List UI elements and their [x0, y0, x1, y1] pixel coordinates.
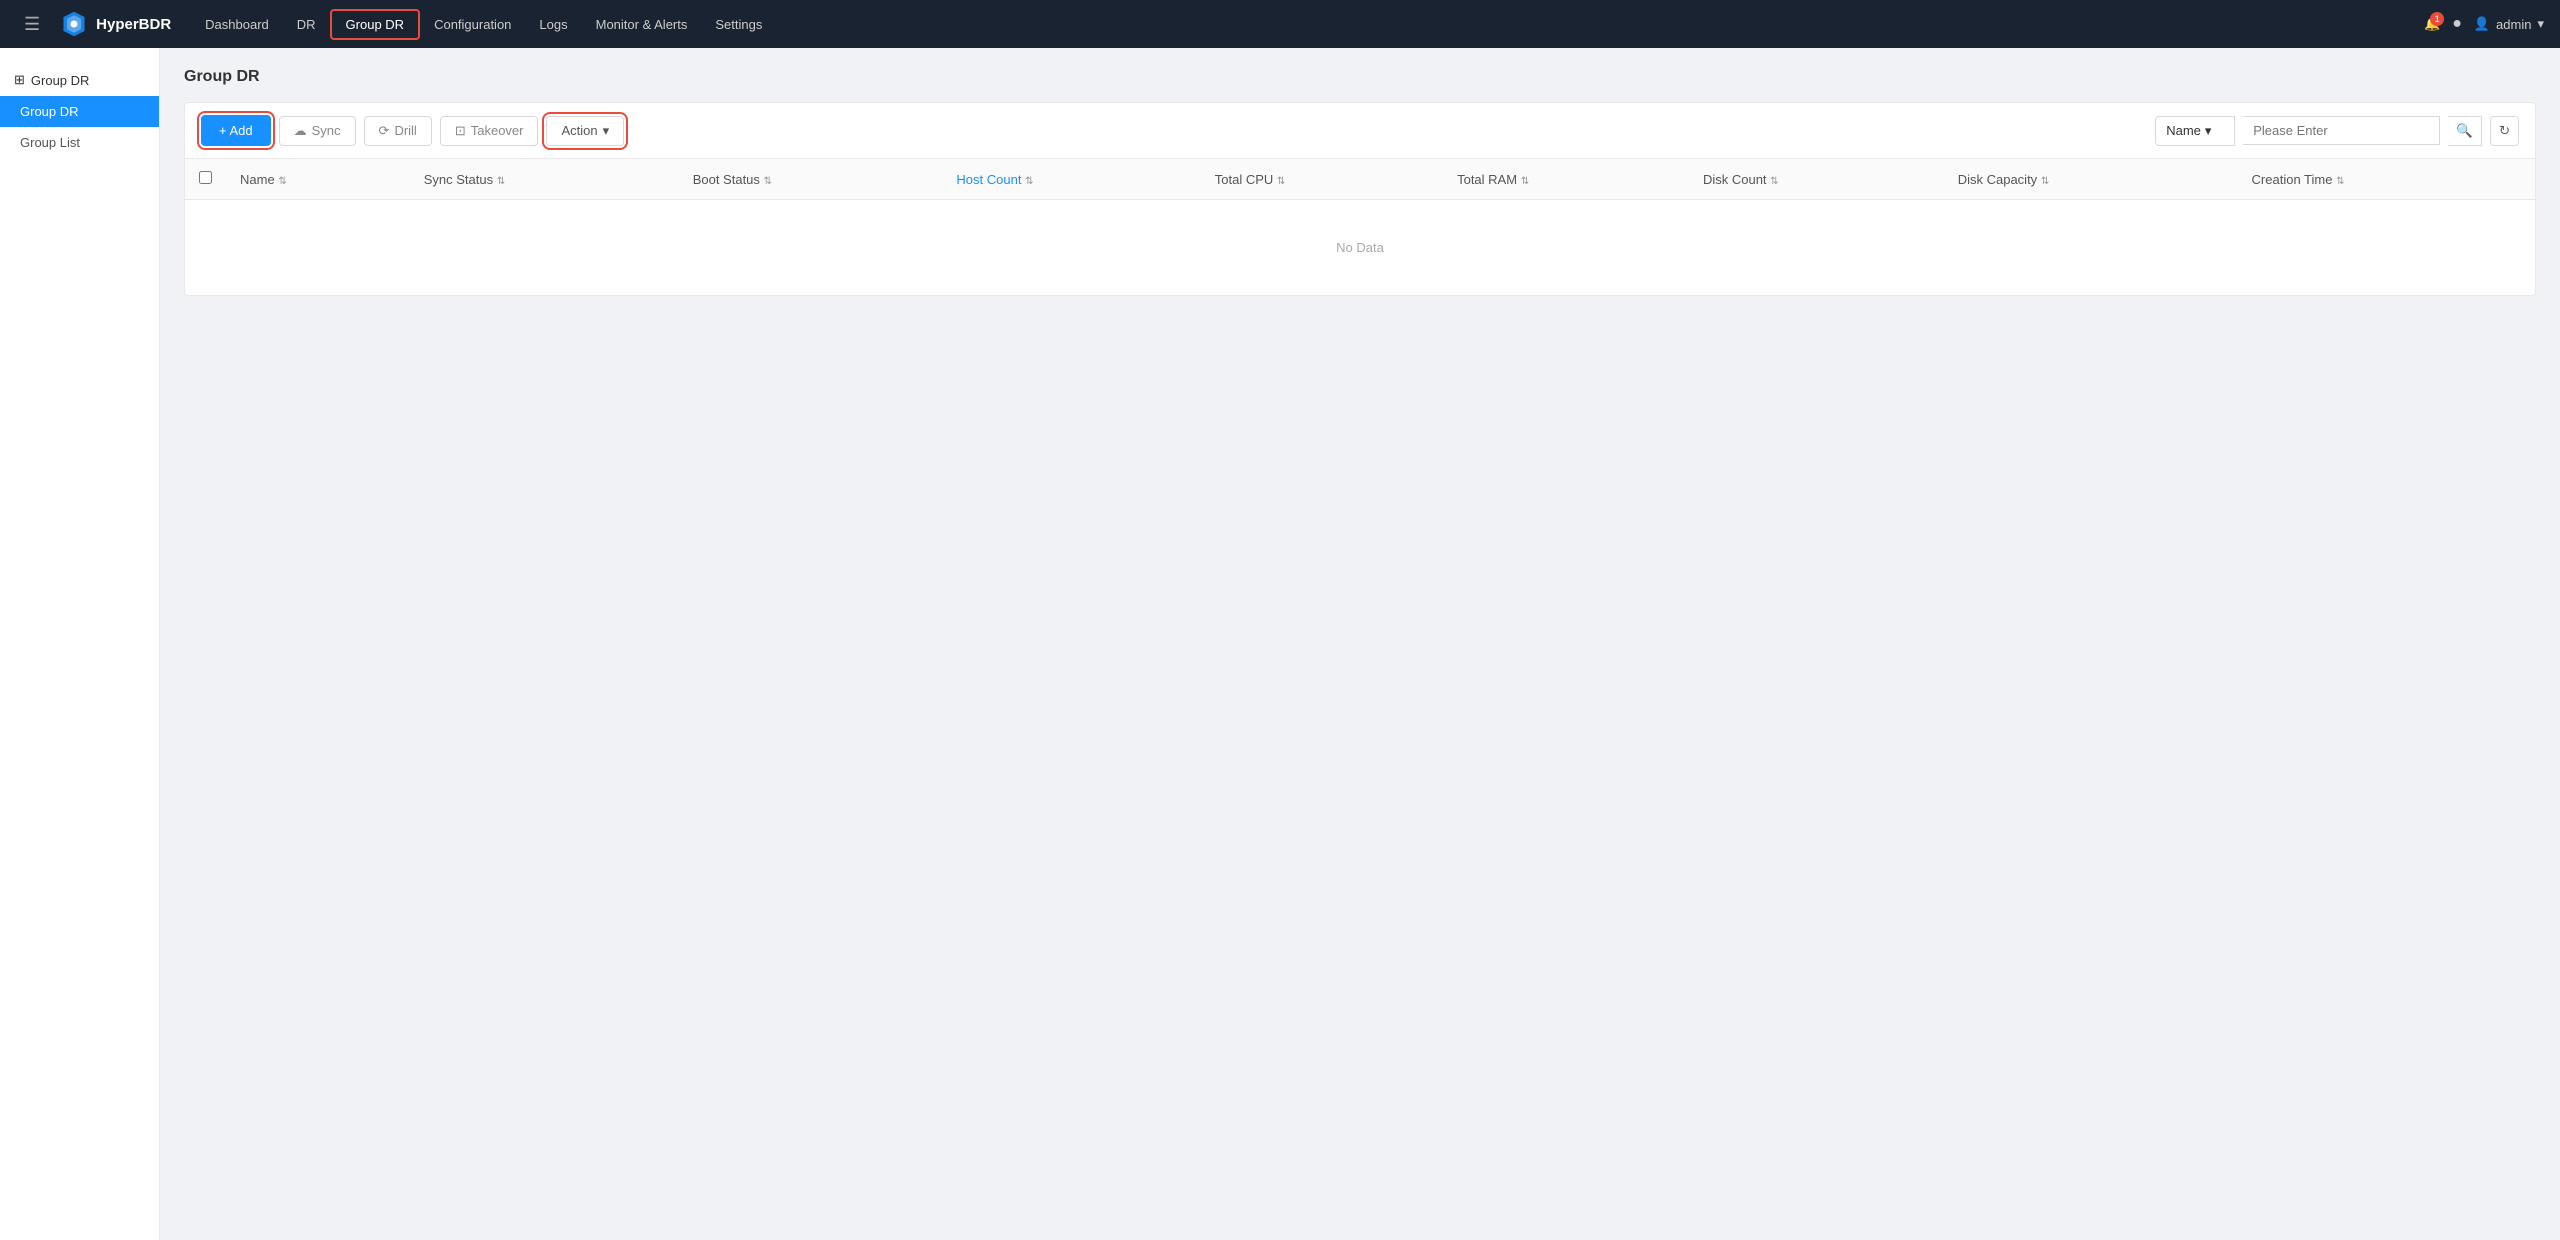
sidebar: ⊞ Group DR Group DRGroup List — [0, 48, 160, 1240]
nav-item-group-dr[interactable]: Group DR — [330, 9, 421, 40]
nav-item-settings[interactable]: Settings — [701, 11, 776, 38]
sync-button[interactable]: ☁ Sync — [279, 116, 356, 146]
search-field-label: Name — [2166, 123, 2201, 138]
drill-icon: ⟳ — [379, 123, 390, 139]
action-label: Action — [561, 123, 597, 138]
disk-cap-sort-icon: ⇅ — [2041, 176, 2049, 187]
app-name: HyperBDR — [96, 16, 171, 33]
sync-label: Sync — [312, 123, 341, 138]
sidebar-item-group-list[interactable]: Group List — [0, 127, 159, 158]
chevron-down-icon: ▾ — [2537, 16, 2544, 32]
search-button[interactable]: 🔍 — [2448, 116, 2482, 146]
host-sort-icon: ⇅ — [1025, 176, 1033, 187]
column-sync-status[interactable]: Sync Status ⇅ — [410, 159, 679, 200]
group-dr-icon: ⊞ — [14, 72, 25, 88]
hamburger-menu[interactable]: ☰ — [16, 10, 48, 39]
sidebar-items: Group DRGroup List — [0, 96, 159, 158]
column-creation-time[interactable]: Creation Time ⇅ — [2238, 159, 2535, 200]
data-table-container: Name ⇅ Sync Status ⇅ Boot Status ⇅ Hos — [184, 158, 2536, 296]
search-area: Name ▾ 🔍 ↻ — [2155, 116, 2519, 146]
select-all-checkbox[interactable] — [199, 171, 212, 184]
search-field-chevron: ▾ — [2205, 123, 2212, 139]
column-disk-count[interactable]: Disk Count ⇅ — [1689, 159, 1944, 200]
refresh-button[interactable]: ↻ — [2490, 116, 2519, 146]
search-field-select[interactable]: Name ▾ — [2155, 116, 2235, 146]
sync-icon: ☁ — [294, 123, 307, 139]
column-total-cpu[interactable]: Total CPU ⇅ — [1201, 159, 1443, 200]
toolbar: + Add ☁ Sync ⟳ Drill ⊡ Takeover Action ▾… — [184, 102, 2536, 158]
data-table: Name ⇅ Sync Status ⇅ Boot Status ⇅ Hos — [185, 159, 2535, 295]
takeover-button[interactable]: ⊡ Takeover — [440, 116, 539, 146]
takeover-icon: ⊡ — [455, 123, 466, 139]
user-icon: 👤 — [2474, 16, 2490, 32]
sync-sort-icon: ⇅ — [497, 176, 505, 187]
user-avatar-icon: ● — [2452, 15, 2462, 33]
empty-state-row: No Data — [185, 200, 2535, 296]
app-logo: HyperBDR — [60, 10, 171, 38]
add-button[interactable]: + Add — [201, 115, 271, 146]
sidebar-group-title: ⊞ Group DR — [0, 64, 159, 96]
drill-button[interactable]: ⟳ Drill — [364, 116, 432, 146]
user-menu[interactable]: 👤 admin ▾ — [2474, 16, 2544, 32]
empty-state-text: No Data — [1336, 240, 1384, 255]
page-title: Group DR — [184, 68, 2536, 86]
refresh-icon: ↻ — [2499, 123, 2510, 138]
username: admin — [2496, 17, 2531, 32]
column-checkbox — [185, 159, 226, 200]
nav-menu: DashboardDRGroup DRConfigurationLogsMoni… — [191, 17, 776, 32]
takeover-label: Takeover — [471, 123, 524, 138]
nav-item-dr[interactable]: DR — [283, 11, 330, 38]
drill-label: Drill — [394, 123, 416, 138]
column-disk-capacity[interactable]: Disk Capacity ⇅ — [1944, 159, 2238, 200]
search-icon: 🔍 — [2456, 123, 2473, 138]
nav-item-logs[interactable]: Logs — [525, 11, 581, 38]
nav-right: 🔔 1 ● 👤 admin ▾ — [2424, 15, 2544, 33]
notification-badge: 1 — [2430, 12, 2444, 26]
main-content: Group DR + Add ☁ Sync ⟳ Drill ⊡ Takeover… — [160, 48, 2560, 1240]
action-button[interactable]: Action ▾ — [546, 116, 624, 146]
column-host-count[interactable]: Host Count ⇅ — [942, 159, 1200, 200]
column-name[interactable]: Name ⇅ — [226, 159, 410, 200]
nav-item-monitor-and-alerts[interactable]: Monitor & Alerts — [582, 11, 702, 38]
creation-sort-icon: ⇅ — [2336, 176, 2344, 187]
notification-bell[interactable]: 🔔 1 — [2424, 16, 2440, 32]
top-navigation: ☰ HyperBDR DashboardDRGroup DRConfigurat… — [0, 0, 2560, 48]
column-total-ram[interactable]: Total RAM ⇅ — [1443, 159, 1689, 200]
sidebar-item-group-dr[interactable]: Group DR — [0, 96, 159, 127]
disk-count-sort-icon: ⇅ — [1770, 176, 1778, 187]
action-chevron-icon: ▾ — [603, 123, 610, 139]
nav-item-configuration[interactable]: Configuration — [420, 11, 525, 38]
column-boot-status[interactable]: Boot Status ⇅ — [679, 159, 943, 200]
search-input[interactable] — [2243, 116, 2440, 145]
name-sort-icon: ⇅ — [278, 176, 286, 187]
ram-sort-icon: ⇅ — [1521, 176, 1529, 187]
boot-sort-icon: ⇅ — [764, 176, 772, 187]
app-body: ⊞ Group DR Group DRGroup List Group DR +… — [0, 48, 2560, 1240]
cpu-sort-icon: ⇅ — [1277, 176, 1285, 187]
sidebar-group-label: Group DR — [31, 73, 90, 88]
nav-item-dashboard[interactable]: Dashboard — [191, 11, 283, 38]
table-header-row: Name ⇅ Sync Status ⇅ Boot Status ⇅ Hos — [185, 159, 2535, 200]
